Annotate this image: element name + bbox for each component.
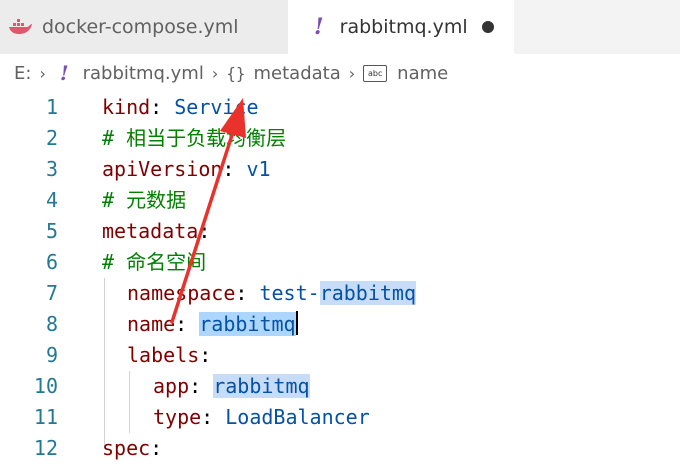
annotation-arrow (170, 98, 246, 324)
